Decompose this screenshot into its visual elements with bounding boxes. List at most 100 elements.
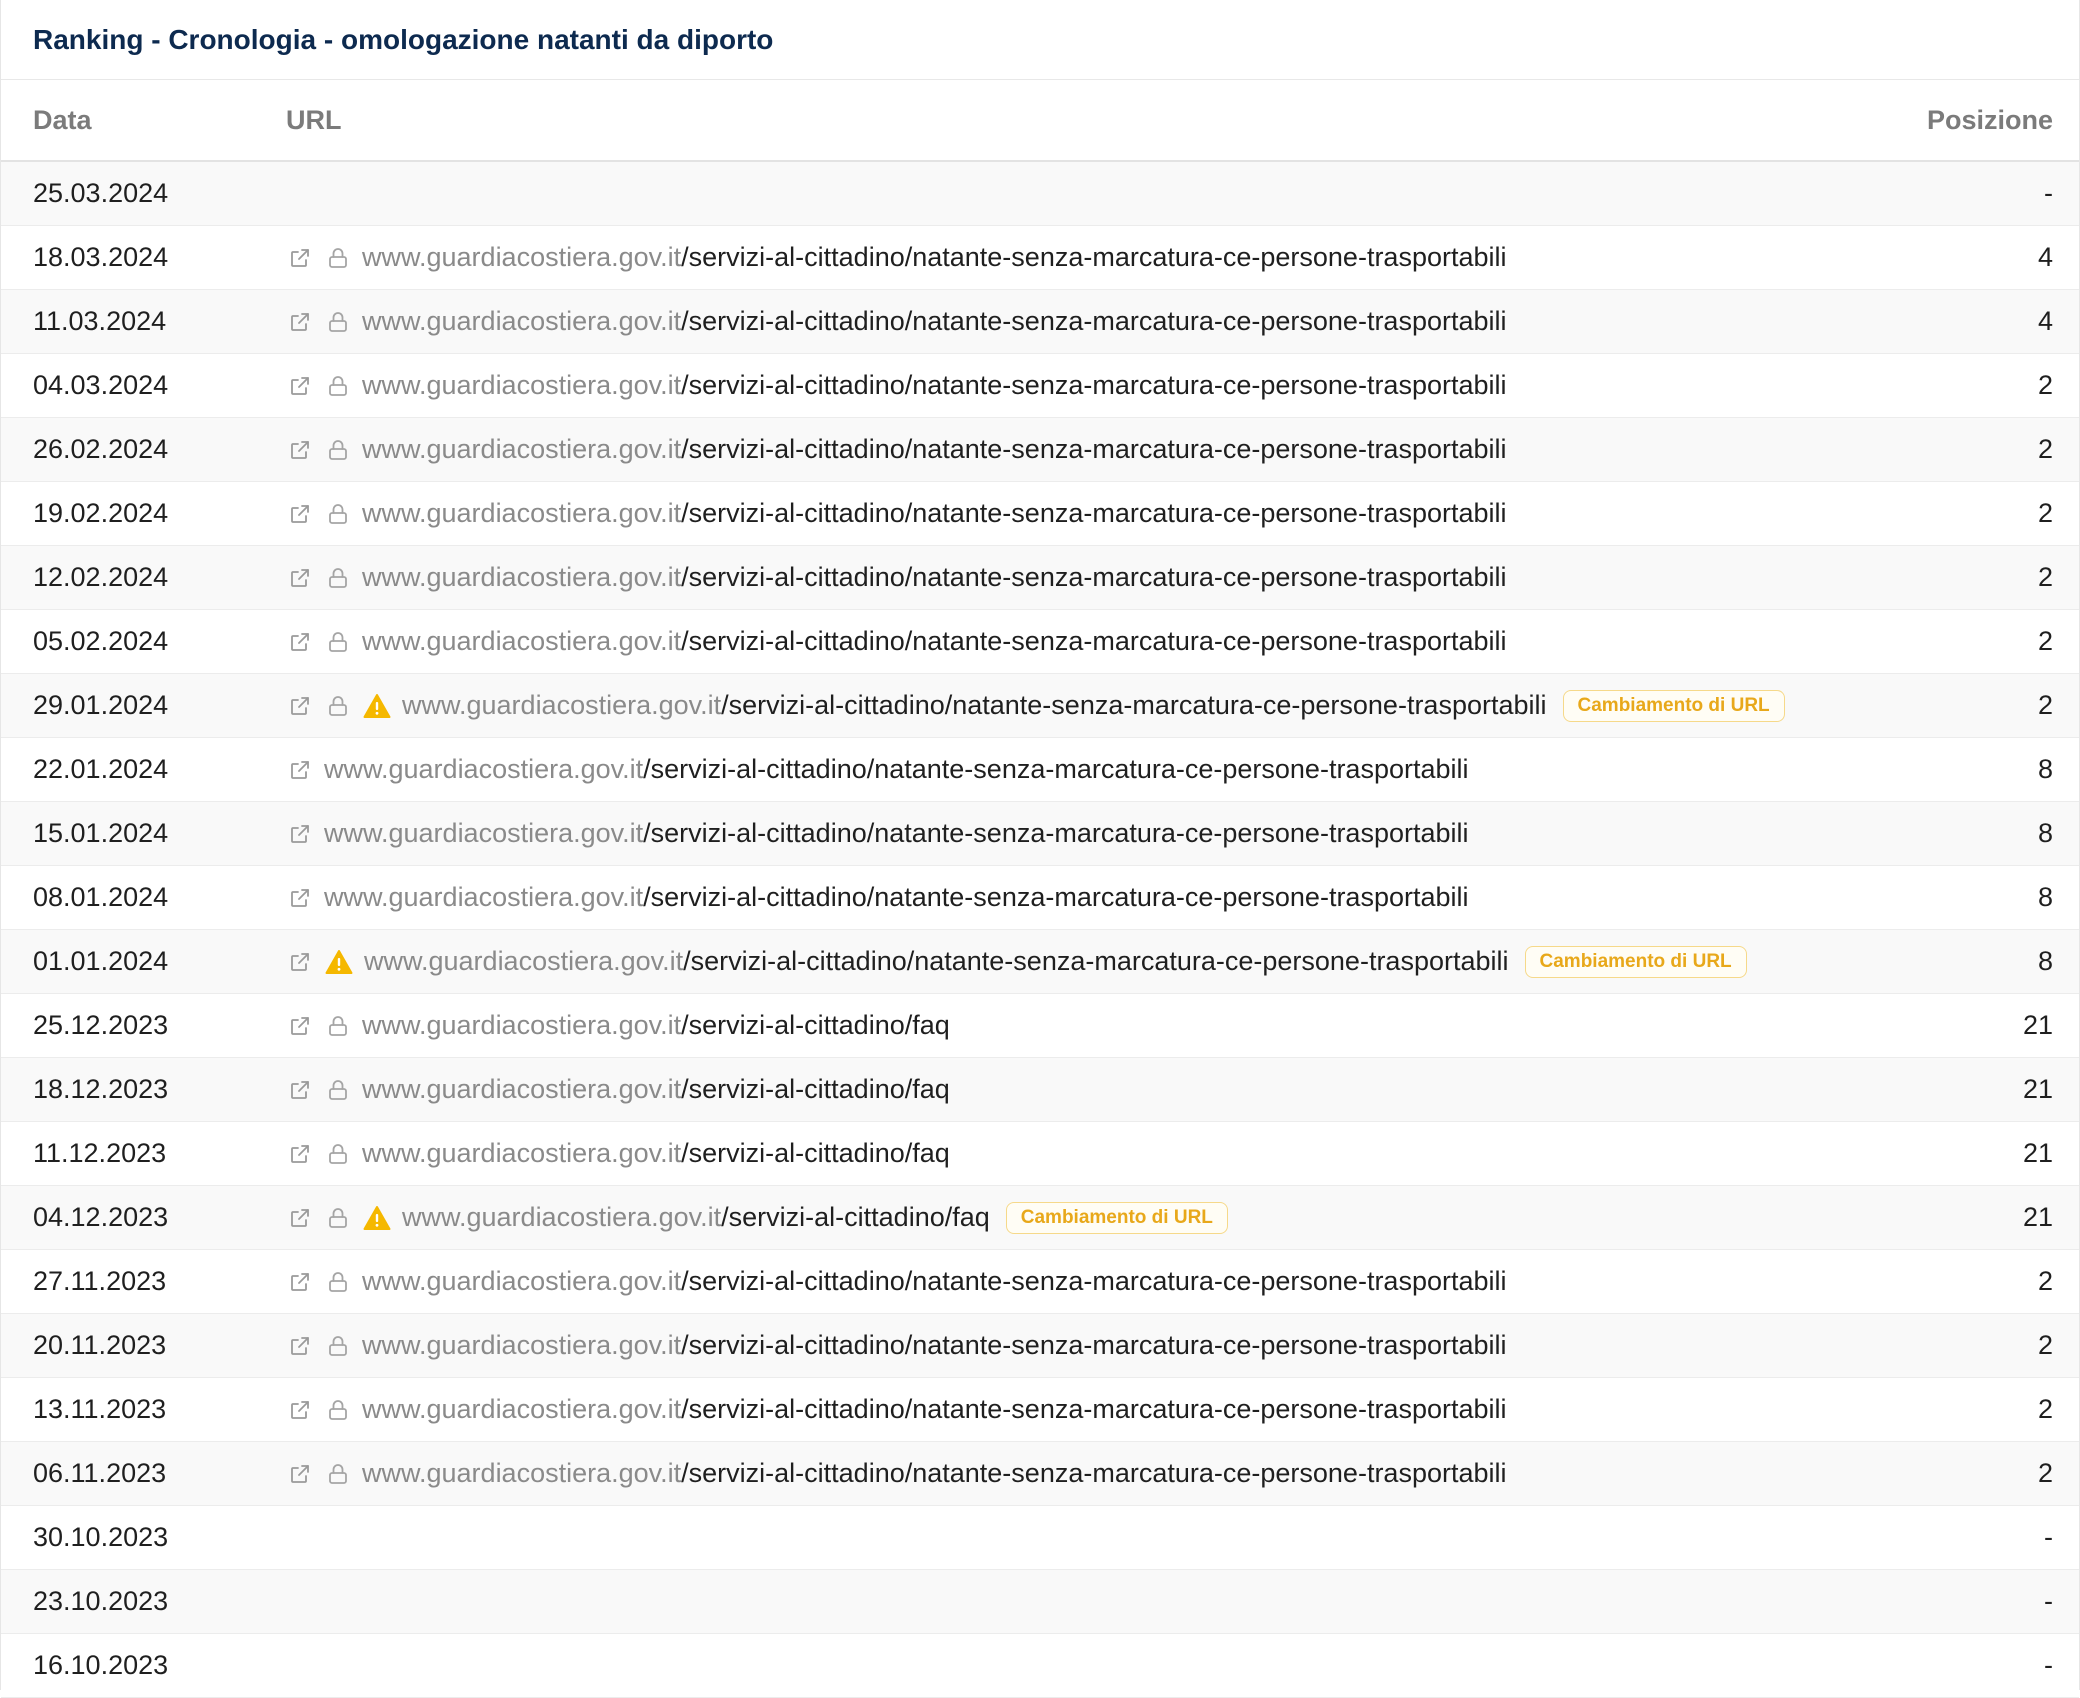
url-path: /servizi-al-cittadino/natante-senza-marc… (643, 754, 1469, 784)
external-link-icon[interactable] (286, 1140, 314, 1168)
url-domain: www.guardiacostiera.gov.it (324, 754, 644, 784)
external-link-icon[interactable] (286, 884, 314, 912)
column-header-date[interactable]: Data (1, 105, 286, 136)
external-link-icon[interactable] (286, 756, 314, 784)
row-url-cell: www.guardiacostiera.gov.it/servizi-al-ci… (286, 1138, 1779, 1169)
row-date: 29.01.2024 (33, 690, 169, 720)
external-link-icon[interactable] (286, 244, 314, 272)
row-date: 27.11.2023 (33, 1266, 167, 1296)
url-domain: www.guardiacostiera.gov.it (324, 818, 644, 848)
url-link[interactable]: www.guardiacostiera.gov.it/servizi-al-ci… (362, 434, 1507, 465)
table-row: 27.11.2023 www.guardiacostiera.gov.it/ser… (1, 1250, 2079, 1314)
external-link-icon[interactable] (286, 1332, 314, 1360)
row-position: 2 (2037, 434, 2053, 464)
url-path: /servizi-al-cittadino/faq (721, 1202, 990, 1232)
external-link-icon[interactable] (286, 1396, 314, 1424)
row-position: 21 (2022, 1138, 2053, 1168)
row-date: 12.02.2024 (33, 562, 169, 592)
table-row: 22.01.2024 www.guardiacostiera.gov.it/ser… (1, 738, 2079, 802)
url-domain: www.guardiacostiera.gov.it (402, 1202, 722, 1232)
url-link[interactable]: www.guardiacostiera.gov.it/servizi-al-ci… (362, 498, 1507, 529)
url-path: /servizi-al-cittadino/faq (681, 1010, 950, 1040)
row-position: 8 (2037, 754, 2053, 784)
url-change-badge: Cambiamento di URL (1524, 945, 1747, 978)
column-header-position[interactable]: Posizione (1779, 105, 2079, 136)
row-position: 21 (2022, 1010, 2053, 1040)
row-position: - (2044, 1586, 2053, 1616)
row-url-cell: www.guardiacostiera.gov.it/servizi-al-ci… (286, 1394, 1779, 1425)
external-link-icon[interactable] (286, 1076, 314, 1104)
row-position: 21 (2022, 1074, 2053, 1104)
external-link-icon[interactable] (286, 372, 314, 400)
url-link[interactable]: www.guardiacostiera.gov.it/servizi-al-ci… (402, 690, 1547, 721)
url-link[interactable]: www.guardiacostiera.gov.it/servizi-al-ci… (362, 1010, 950, 1041)
url-link[interactable]: www.guardiacostiera.gov.it/servizi-al-ci… (362, 1138, 950, 1169)
row-date: 13.11.2023 (33, 1394, 167, 1424)
url-link[interactable]: www.guardiacostiera.gov.it/servizi-al-ci… (364, 946, 1509, 977)
url-link[interactable]: www.guardiacostiera.gov.it/servizi-al-ci… (362, 1074, 950, 1105)
external-link-icon[interactable] (286, 628, 314, 656)
table-row: 08.01.2024 www.guardiacostiera.gov.it/ser… (1, 866, 2079, 930)
url-link[interactable]: www.guardiacostiera.gov.it/servizi-al-ci… (324, 882, 1469, 913)
row-position: - (2044, 178, 2053, 208)
row-position: 2 (2037, 1266, 2053, 1296)
row-position: 2 (2037, 370, 2053, 400)
url-domain: www.guardiacostiera.gov.it (364, 946, 684, 976)
url-path: /servizi-al-cittadino/natante-senza-marc… (681, 370, 1507, 400)
url-link[interactable]: www.guardiacostiera.gov.it/servizi-al-ci… (362, 1330, 1507, 1361)
table-row: 11.03.2024 www.guardiacostiera.gov.it/ser… (1, 290, 2079, 354)
row-date: 26.02.2024 (33, 434, 169, 464)
row-date: 25.12.2023 (33, 1010, 169, 1040)
url-path: /servizi-al-cittadino/natante-senza-marc… (681, 498, 1507, 528)
url-link[interactable]: www.guardiacostiera.gov.it/servizi-al-ci… (362, 242, 1507, 273)
url-link[interactable]: www.guardiacostiera.gov.it/servizi-al-ci… (324, 818, 1469, 849)
lock-icon (324, 1460, 352, 1488)
url-link[interactable]: www.guardiacostiera.gov.it/servizi-al-ci… (362, 370, 1507, 401)
row-position: 2 (2037, 690, 2053, 720)
url-link[interactable]: www.guardiacostiera.gov.it/servizi-al-ci… (362, 1394, 1507, 1425)
url-link[interactable]: www.guardiacostiera.gov.it/servizi-al-ci… (362, 1266, 1507, 1297)
url-link[interactable]: www.guardiacostiera.gov.it/servizi-al-ci… (402, 1202, 990, 1233)
row-date: 06.11.2023 (33, 1458, 167, 1488)
row-position: - (2044, 1522, 2053, 1552)
warning-icon (324, 948, 354, 976)
url-path: /servizi-al-cittadino/faq (681, 1074, 950, 1104)
row-url-cell: www.guardiacostiera.gov.it/servizi-al-ci… (286, 689, 1785, 722)
external-link-icon[interactable] (286, 1204, 314, 1232)
url-link[interactable]: www.guardiacostiera.gov.it/servizi-al-ci… (324, 754, 1469, 785)
external-link-icon[interactable] (286, 308, 314, 336)
external-link-icon[interactable] (286, 1268, 314, 1296)
row-url-cell: www.guardiacostiera.gov.it/servizi-al-ci… (286, 1010, 1779, 1041)
external-link-icon[interactable] (286, 820, 314, 848)
url-path: /servizi-al-cittadino/natante-senza-marc… (721, 690, 1547, 720)
row-position: 8 (2037, 946, 2053, 976)
row-position: 2 (2037, 1394, 2053, 1424)
table-row: 12.02.2024 www.guardiacostiera.gov.it/ser… (1, 546, 2079, 610)
external-link-icon[interactable] (286, 564, 314, 592)
lock-icon (324, 1140, 352, 1168)
row-url-cell: www.guardiacostiera.gov.it/servizi-al-ci… (286, 434, 1779, 465)
external-link-icon[interactable] (286, 948, 314, 976)
url-link[interactable]: www.guardiacostiera.gov.it/servizi-al-ci… (362, 306, 1507, 337)
table-body: 25.03.2024 - 18.03.2024 www.guardiacostiera… (1, 162, 2079, 1698)
url-domain: www.guardiacostiera.gov.it (362, 562, 682, 592)
external-link-icon[interactable] (286, 436, 314, 464)
external-link-icon[interactable] (286, 692, 314, 720)
warning-icon (362, 692, 392, 720)
url-link[interactable]: www.guardiacostiera.gov.it/servizi-al-ci… (362, 626, 1507, 657)
external-link-icon[interactable] (286, 500, 314, 528)
url-link[interactable]: www.guardiacostiera.gov.it/servizi-al-ci… (362, 1458, 1507, 1489)
url-path: /servizi-al-cittadino/natante-senza-marc… (681, 1458, 1507, 1488)
table-header: Data URL Posizione (1, 80, 2079, 162)
url-domain: www.guardiacostiera.gov.it (324, 882, 644, 912)
external-link-icon[interactable] (286, 1012, 314, 1040)
column-header-url[interactable]: URL (286, 105, 1779, 136)
row-date: 15.01.2024 (33, 818, 169, 848)
url-link[interactable]: www.guardiacostiera.gov.it/servizi-al-ci… (362, 562, 1507, 593)
lock-icon (324, 436, 352, 464)
row-url-cell: www.guardiacostiera.gov.it/servizi-al-ci… (286, 1074, 1779, 1105)
row-position: 2 (2037, 626, 2053, 656)
external-link-icon[interactable] (286, 1460, 314, 1488)
url-domain: www.guardiacostiera.gov.it (362, 370, 682, 400)
url-path: /servizi-al-cittadino/natante-senza-marc… (681, 626, 1507, 656)
